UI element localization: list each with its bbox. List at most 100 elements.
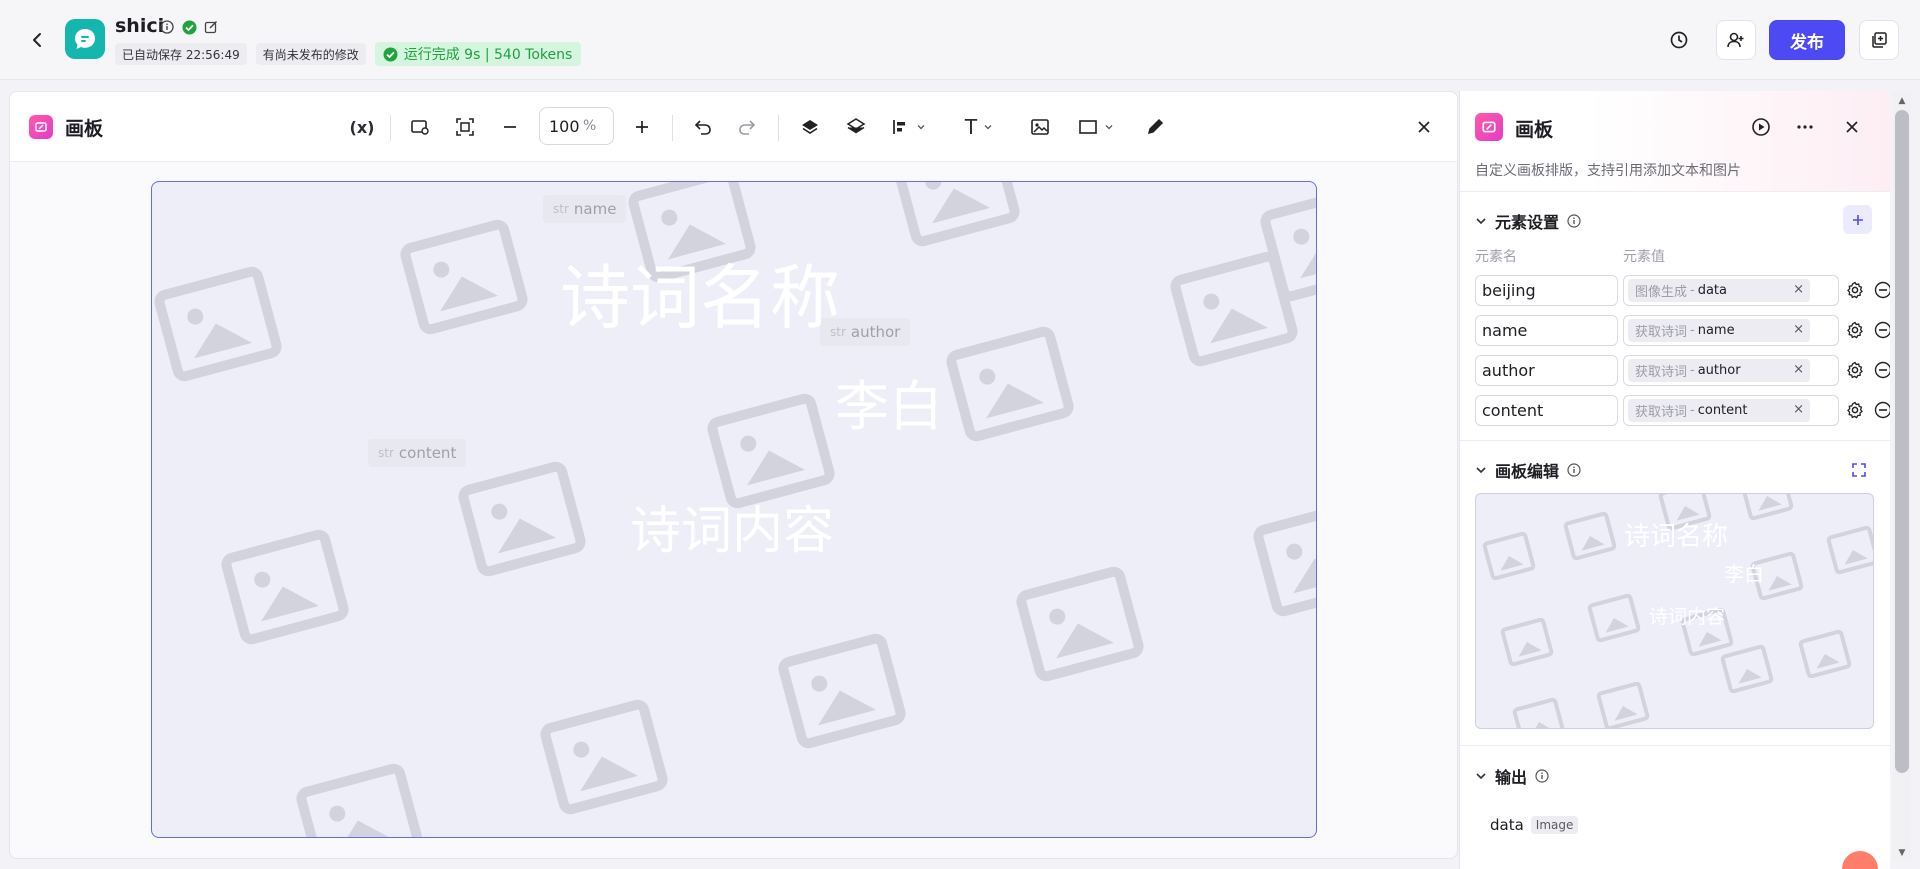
toolbar-divider: [390, 115, 391, 141]
output-header[interactable]: 输出: [1475, 764, 1549, 788]
element-value-select[interactable]: 获取诗词 - name ×: [1623, 315, 1839, 346]
duplicate-icon: [1872, 32, 1887, 48]
background-image-icon: [1499, 616, 1555, 668]
background-image-icon: [1013, 564, 1147, 684]
canvas-preview[interactable]: 诗词名称 李白 诗词内容: [1475, 493, 1874, 729]
reference-separator: -: [1690, 363, 1695, 378]
preview-content-text: 诗词内容: [1649, 606, 1726, 628]
canvas-edit-title: 画板编辑: [1495, 462, 1560, 481]
gear-icon[interactable]: [1844, 279, 1866, 301]
reference-source: 获取诗词: [1635, 365, 1688, 380]
clear-reference-icon[interactable]: ×: [1793, 402, 1804, 417]
fit-view-icon[interactable]: [451, 113, 479, 141]
close-canvas-button[interactable]: [1412, 115, 1436, 139]
poem-content-text[interactable]: 诗词内容: [630, 489, 834, 563]
add-element-button[interactable]: [1843, 205, 1872, 234]
element-settings-header[interactable]: 元素设置: [1475, 209, 1581, 233]
poem-author-text[interactable]: 李白: [835, 362, 943, 441]
text-tool-dropdown[interactable]: T: [958, 113, 1000, 141]
run-node-icon[interactable]: [1749, 115, 1773, 139]
reference-separator: -: [1690, 283, 1695, 298]
close-icon: [1418, 121, 1430, 133]
chevron-down-icon: [1476, 467, 1486, 474]
info-icon[interactable]: [1567, 214, 1581, 228]
layers-icon[interactable]: [842, 113, 870, 141]
zoom-input[interactable]: 100 %: [539, 107, 614, 145]
clear-reference-icon[interactable]: ×: [1793, 362, 1804, 377]
history-icon: [1670, 31, 1688, 49]
bring-forward-icon[interactable]: [796, 113, 824, 141]
history-button[interactable]: [1659, 20, 1699, 60]
element-name-input[interactable]: author: [1475, 355, 1618, 386]
element-row: name 获取诗词 - name ×: [1475, 315, 1890, 346]
clear-reference-icon[interactable]: ×: [1793, 282, 1804, 297]
element-value-select[interactable]: 图像生成 - data ×: [1623, 275, 1839, 306]
zoom-value[interactable]: 100: [549, 117, 581, 136]
element-name-input[interactable]: content: [1475, 395, 1618, 426]
clear-reference-icon[interactable]: ×: [1793, 322, 1804, 337]
app-title: shici: [115, 15, 165, 37]
reference-field: author: [1697, 363, 1741, 378]
column-header-name: 元素名: [1475, 249, 1517, 265]
element-name-input[interactable]: name: [1475, 315, 1618, 346]
zoom-out-icon[interactable]: [496, 113, 524, 141]
frame-settings-icon[interactable]: [406, 113, 434, 141]
edit-icon[interactable]: [203, 19, 219, 35]
poem-title-text[interactable]: 诗词名称: [560, 242, 840, 343]
gear-icon[interactable]: [1844, 359, 1866, 381]
variable-chip-content[interactable]: str content: [368, 439, 467, 467]
zoom-in-icon[interactable]: [628, 113, 656, 141]
chevron-down-icon: [917, 125, 925, 130]
remove-element-icon[interactable]: [1872, 319, 1890, 341]
scroll-up-icon[interactable]: ▲: [1895, 94, 1909, 108]
pen-tool-icon[interactable]: [1141, 113, 1169, 141]
variable-chip-name[interactable]: str name: [543, 195, 627, 223]
panel-description: 自定义画板排版，支持引用添加文本和图片: [1475, 163, 1741, 179]
more-icon[interactable]: [1793, 115, 1817, 139]
remove-element-icon[interactable]: [1872, 399, 1890, 421]
reference-source: 图像生成: [1635, 285, 1688, 300]
info-icon[interactable]: [159, 19, 175, 35]
publish-button[interactable]: 发布: [1769, 20, 1845, 60]
reference-field: name: [1697, 323, 1735, 338]
close-panel-button[interactable]: [1840, 115, 1864, 139]
redo-icon[interactable]: [733, 113, 761, 141]
undo-icon[interactable]: [689, 113, 717, 141]
shape-tool-dropdown[interactable]: [1072, 113, 1120, 141]
variable-button[interactable]: (x): [346, 113, 378, 141]
info-icon[interactable]: [1567, 463, 1581, 477]
canvas-editor-panel: 画板 (x) 100 % T str name str author str c…: [9, 91, 1458, 859]
background-image-icon: [1595, 680, 1651, 728]
duplicate-button[interactable]: [1859, 20, 1899, 60]
panel-header: 画板 自定义画板排版，支持引用添加文本和图片: [1460, 91, 1890, 191]
canvas-edit-header[interactable]: 画板编辑: [1475, 458, 1581, 482]
element-value-select[interactable]: 获取诗词 - content ×: [1623, 395, 1839, 426]
element-value-select[interactable]: 获取诗词 - author ×: [1623, 355, 1839, 386]
reference-field: content: [1697, 403, 1748, 418]
gear-icon[interactable]: [1844, 399, 1866, 421]
align-dropdown[interactable]: [888, 113, 930, 141]
canvas-board[interactable]: str name str author str content 诗词名称 李白 …: [151, 181, 1317, 838]
column-header-value: 元素值: [1623, 249, 1665, 265]
remove-element-icon[interactable]: [1872, 279, 1890, 301]
gear-icon[interactable]: [1844, 319, 1866, 341]
element-name-input[interactable]: beijing: [1475, 275, 1618, 306]
collaborators-button[interactable]: [1716, 20, 1756, 60]
reference-separator: -: [1690, 323, 1695, 338]
scrollbar-thumb[interactable]: [1895, 110, 1909, 773]
scroll-down-icon[interactable]: ▼: [1895, 846, 1909, 860]
chip-type: str: [378, 446, 394, 460]
text-icon: T: [964, 115, 978, 139]
back-icon[interactable]: [26, 28, 50, 52]
reference-separator: -: [1690, 403, 1695, 418]
status-tags: 已自动保存 22:56:49 有尚未发布的修改 运行完成 9s | 540 To…: [115, 42, 582, 66]
background-image-icon: [1797, 628, 1853, 680]
info-icon[interactable]: [1535, 769, 1549, 783]
run-status-badge[interactable]: 运行完成 9s | 540 Tokens: [374, 42, 582, 66]
element-settings-title: 元素设置: [1495, 213, 1560, 232]
image-tool-icon[interactable]: [1026, 113, 1054, 141]
check-circle-icon: [181, 19, 197, 35]
expand-icon[interactable]: [1848, 459, 1870, 481]
align-left-icon: [893, 120, 905, 134]
remove-element-icon[interactable]: [1872, 359, 1890, 381]
